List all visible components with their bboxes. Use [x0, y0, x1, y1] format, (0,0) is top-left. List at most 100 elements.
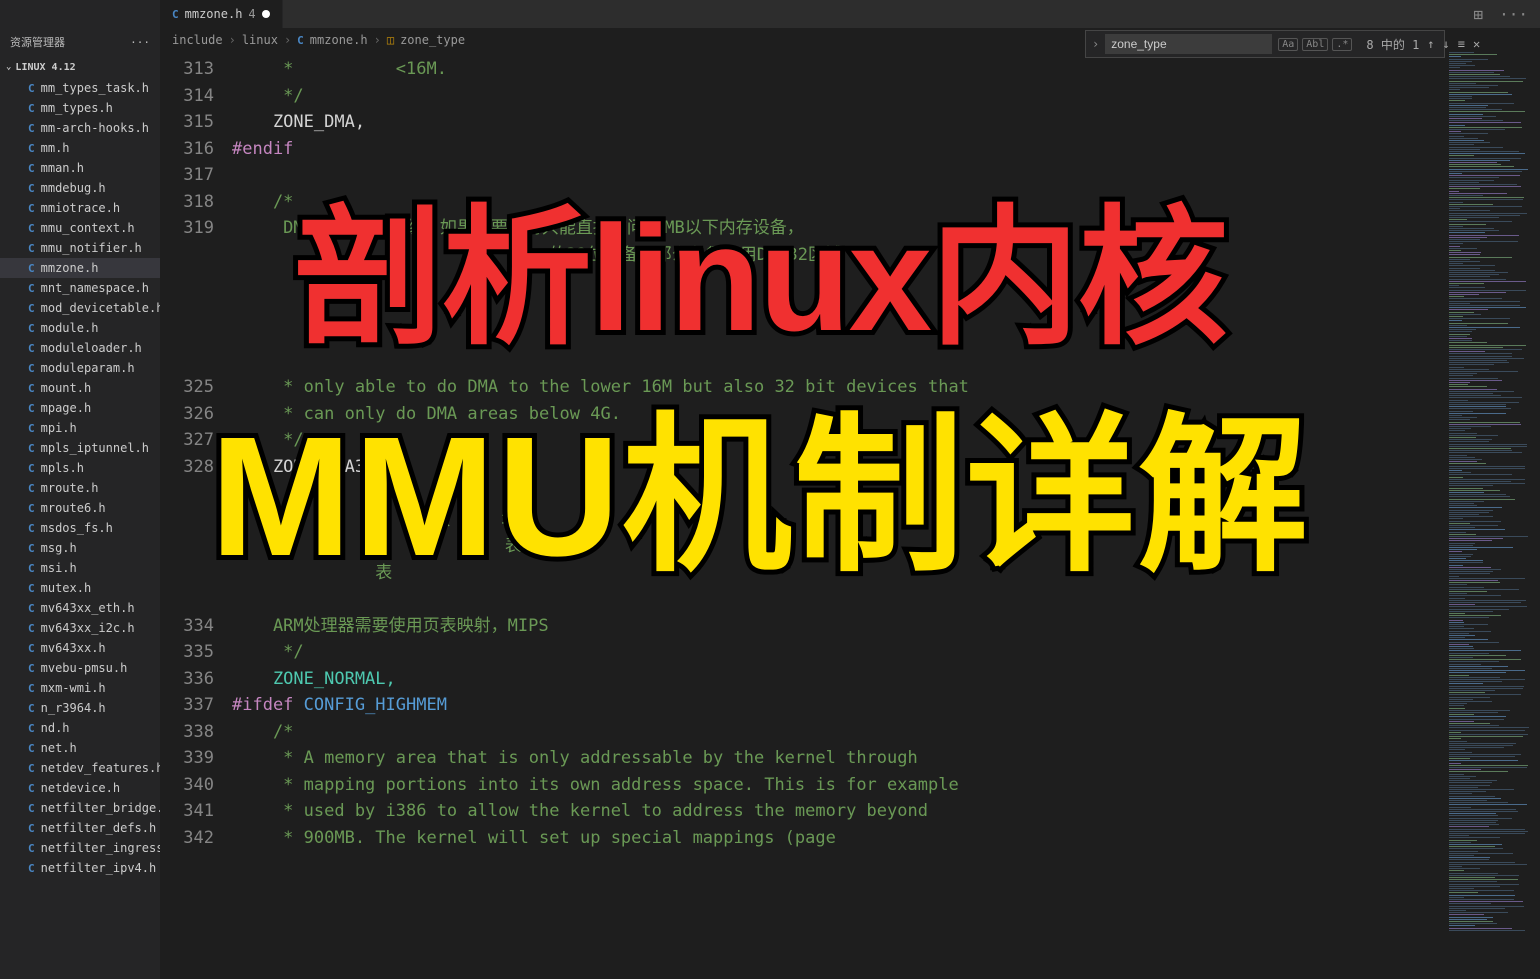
breadcrumb-symbol[interactable]: zone_type [400, 33, 465, 47]
folder-header[interactable]: ⌄ LINUX 4.12 [0, 56, 160, 78]
file-item[interactable]: Cn_r3964.h [0, 698, 160, 718]
close-icon[interactable]: ✕ [1473, 37, 1480, 51]
tab-bar: C mmzone.h 4 [0, 0, 283, 28]
file-item[interactable]: Cmpls.h [0, 458, 160, 478]
file-item[interactable]: Cmxm-wmi.h [0, 678, 160, 698]
find-next-icon[interactable]: ↓ [1443, 37, 1450, 51]
file-item[interactable]: Cnetfilter_bridge.h [0, 798, 160, 818]
file-item[interactable]: Cmmdebug.h [0, 178, 160, 198]
c-file-icon: C [28, 182, 35, 195]
file-name: netdev_features.h [41, 761, 160, 775]
breadcrumb-linux[interactable]: linux [242, 33, 278, 47]
c-file-icon: C [28, 362, 35, 375]
file-item[interactable]: Cmmu_notifier.h [0, 238, 160, 258]
file-item[interactable]: Cmodule.h [0, 318, 160, 338]
file-item[interactable]: Cmpage.h [0, 398, 160, 418]
c-file-icon: C [28, 302, 35, 315]
file-item[interactable]: Cmroute6.h [0, 498, 160, 518]
c-file-icon: C [28, 622, 35, 635]
file-name: moduleparam.h [41, 361, 135, 375]
file-item[interactable]: Cmoduleparam.h [0, 358, 160, 378]
file-item[interactable]: Cnet.h [0, 738, 160, 758]
file-name: mpi.h [41, 421, 77, 435]
more-icon[interactable]: ··· [1499, 5, 1528, 24]
file-item[interactable]: Cnetfilter_defs.h [0, 818, 160, 838]
file-item[interactable]: Cmmzone.h [0, 258, 160, 278]
regex-icon[interactable]: .* [1332, 38, 1352, 51]
c-file-icon: C [28, 762, 35, 775]
c-file-icon: C [297, 34, 304, 47]
find-count: 8 中的 1 [1358, 36, 1427, 53]
c-file-icon: C [28, 702, 35, 715]
sidebar: 资源管理器 ··· ⌄ LINUX 4.12 Cmm_types_task.hC… [0, 28, 160, 979]
file-name: mm_types.h [41, 101, 113, 115]
file-item[interactable]: Cmpi.h [0, 418, 160, 438]
file-item[interactable]: Cmmiotrace.h [0, 198, 160, 218]
file-item[interactable]: Cmsdos_fs.h [0, 518, 160, 538]
tab-label: mmzone.h [185, 7, 243, 21]
editor-area: include › linux › C mmzone.h › ◫ zone_ty… [160, 28, 1540, 979]
file-item[interactable]: Cmutex.h [0, 578, 160, 598]
file-name: mv643xx_i2c.h [41, 621, 135, 635]
find-input[interactable] [1105, 34, 1272, 54]
file-item[interactable]: Cmm-arch-hooks.h [0, 118, 160, 138]
editor-body[interactable]: 313314315316317318319 325326327328 33433… [160, 52, 1540, 979]
layout-icon[interactable]: ⊞ [1473, 5, 1483, 24]
explorer-header: 资源管理器 ··· [0, 28, 160, 56]
file-item[interactable]: Cmm_types.h [0, 98, 160, 118]
file-item[interactable]: Cmsi.h [0, 558, 160, 578]
breadcrumb-file[interactable]: mmzone.h [310, 33, 368, 47]
file-item[interactable]: Cmmu_context.h [0, 218, 160, 238]
find-selection-icon[interactable]: ≡ [1458, 37, 1465, 51]
tab-mmzone[interactable]: C mmzone.h 4 [160, 0, 283, 28]
file-name: mount.h [41, 381, 92, 395]
c-file-icon: C [28, 82, 35, 95]
file-item[interactable]: Cmv643xx_i2c.h [0, 618, 160, 638]
file-name: mv643xx.h [41, 641, 106, 655]
file-item[interactable]: Cmv643xx.h [0, 638, 160, 658]
c-file-icon: C [172, 8, 179, 21]
c-file-icon: C [28, 162, 35, 175]
file-item[interactable]: Cmv643xx_eth.h [0, 598, 160, 618]
c-file-icon: C [28, 822, 35, 835]
file-item[interactable]: Cmsg.h [0, 538, 160, 558]
file-name: netfilter_ingress.h [41, 841, 160, 855]
file-name: netfilter_bridge.h [41, 801, 160, 815]
find-prev-icon[interactable]: ↑ [1427, 37, 1434, 51]
c-file-icon: C [28, 202, 35, 215]
file-item[interactable]: Cmman.h [0, 158, 160, 178]
file-item[interactable]: Cnetfilter_ingress.h [0, 838, 160, 858]
match-case-icon[interactable]: Aa [1278, 38, 1298, 51]
file-name: mpage.h [41, 401, 92, 415]
c-file-icon: C [28, 422, 35, 435]
explorer-more-icon[interactable]: ··· [130, 36, 150, 49]
c-file-icon: C [28, 142, 35, 155]
file-name: mmu_context.h [41, 221, 135, 235]
file-item[interactable]: Cmod_devicetable.h [0, 298, 160, 318]
minimap[interactable] [1445, 52, 1540, 979]
file-item[interactable]: Cnetfilter_ipv4.h [0, 858, 160, 878]
file-name: moduleloader.h [41, 341, 142, 355]
match-word-icon[interactable]: Abl [1302, 38, 1328, 51]
file-item[interactable]: Cmm_types_task.h [0, 78, 160, 98]
file-item[interactable]: Cmount.h [0, 378, 160, 398]
c-file-icon: C [28, 602, 35, 615]
file-item[interactable]: Cmoduleloader.h [0, 338, 160, 358]
c-file-icon: C [28, 782, 35, 795]
file-item[interactable]: Cnd.h [0, 718, 160, 738]
c-file-icon: C [28, 582, 35, 595]
file-list[interactable]: Cmm_types_task.hCmm_types.hCmm-arch-hook… [0, 78, 160, 979]
file-item[interactable]: Cmroute.h [0, 478, 160, 498]
file-name: nd.h [41, 721, 70, 735]
file-item[interactable]: Cmnt_namespace.h [0, 278, 160, 298]
file-item[interactable]: Cmpls_iptunnel.h [0, 438, 160, 458]
tab-dirty-icon[interactable] [262, 10, 270, 18]
file-item[interactable]: Cmvebu-pmsu.h [0, 658, 160, 678]
file-item[interactable]: Cnetdev_features.h [0, 758, 160, 778]
file-item[interactable]: Cnetdevice.h [0, 778, 160, 798]
chevron-right-icon[interactable]: › [1086, 37, 1105, 51]
breadcrumb-include[interactable]: include [172, 33, 223, 47]
c-file-icon: C [28, 462, 35, 475]
file-item[interactable]: Cmm.h [0, 138, 160, 158]
code-content[interactable]: * <16M. */ ZONE_DMA,#endif /* DMA32：64位系… [232, 52, 1445, 979]
